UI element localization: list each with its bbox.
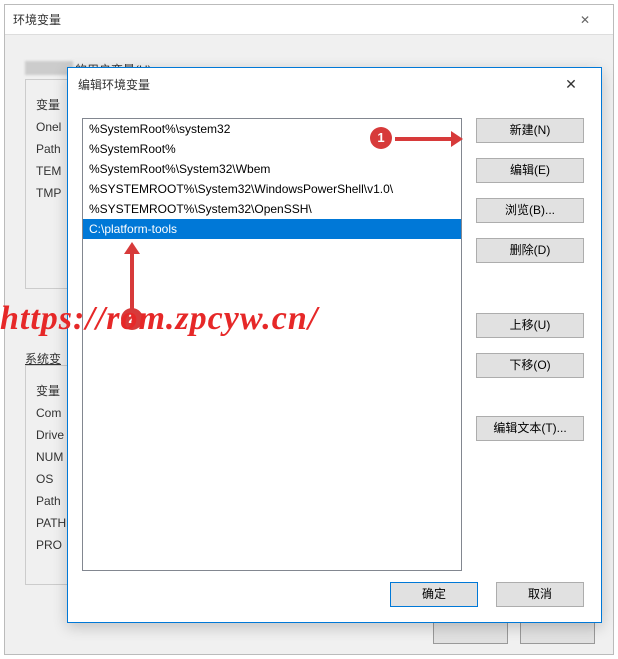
move-up-button[interactable]: 上移(U)	[476, 313, 584, 338]
edit-env-var-dialog: 编辑环境变量 ✕ %SystemRoot%\system32 %SystemRo…	[67, 67, 602, 623]
list-item-selected[interactable]: C:\platform-tools	[83, 219, 461, 239]
list-item[interactable]: %SystemRoot%	[83, 139, 461, 159]
front-titlebar: 编辑环境变量 ✕	[68, 68, 601, 100]
path-list[interactable]: %SystemRoot%\system32 %SystemRoot% %Syst…	[82, 118, 462, 571]
cancel-button[interactable]: 取消	[496, 582, 584, 607]
delete-button[interactable]: 删除(D)	[476, 238, 584, 263]
list-item[interactable]: %SYSTEMROOT%\System32\OpenSSH\	[83, 199, 461, 219]
close-button[interactable]: ✕	[551, 68, 591, 100]
list-item[interactable]: %SYSTEMROOT%\System32\WindowsPowerShell\…	[83, 179, 461, 199]
front-title: 编辑环境变量	[78, 76, 551, 93]
back-titlebar: 环境变量 ✕	[5, 5, 613, 35]
new-button[interactable]: 新建(N)	[476, 118, 584, 143]
move-down-button[interactable]: 下移(O)	[476, 353, 584, 378]
back-ok-button[interactable]	[433, 621, 508, 644]
back-cancel-button[interactable]	[520, 621, 595, 644]
list-item[interactable]: %SystemRoot%\system32	[83, 119, 461, 139]
back-close-button[interactable]: ✕	[565, 13, 605, 27]
watermark-text: https://rom.zpcyw.cn/	[0, 300, 318, 338]
edit-text-button[interactable]: 编辑文本(T)...	[476, 416, 584, 441]
ok-button[interactable]: 确定	[390, 582, 478, 607]
browse-button[interactable]: 浏览(B)...	[476, 198, 584, 223]
edit-button[interactable]: 编辑(E)	[476, 158, 584, 183]
annotation-arrow-to-new	[395, 137, 453, 141]
annotation-badge-1: 1	[370, 127, 392, 149]
blurred-username	[25, 61, 73, 75]
list-item[interactable]: %SystemRoot%\System32\Wbem	[83, 159, 461, 179]
back-title: 环境变量	[13, 11, 565, 28]
